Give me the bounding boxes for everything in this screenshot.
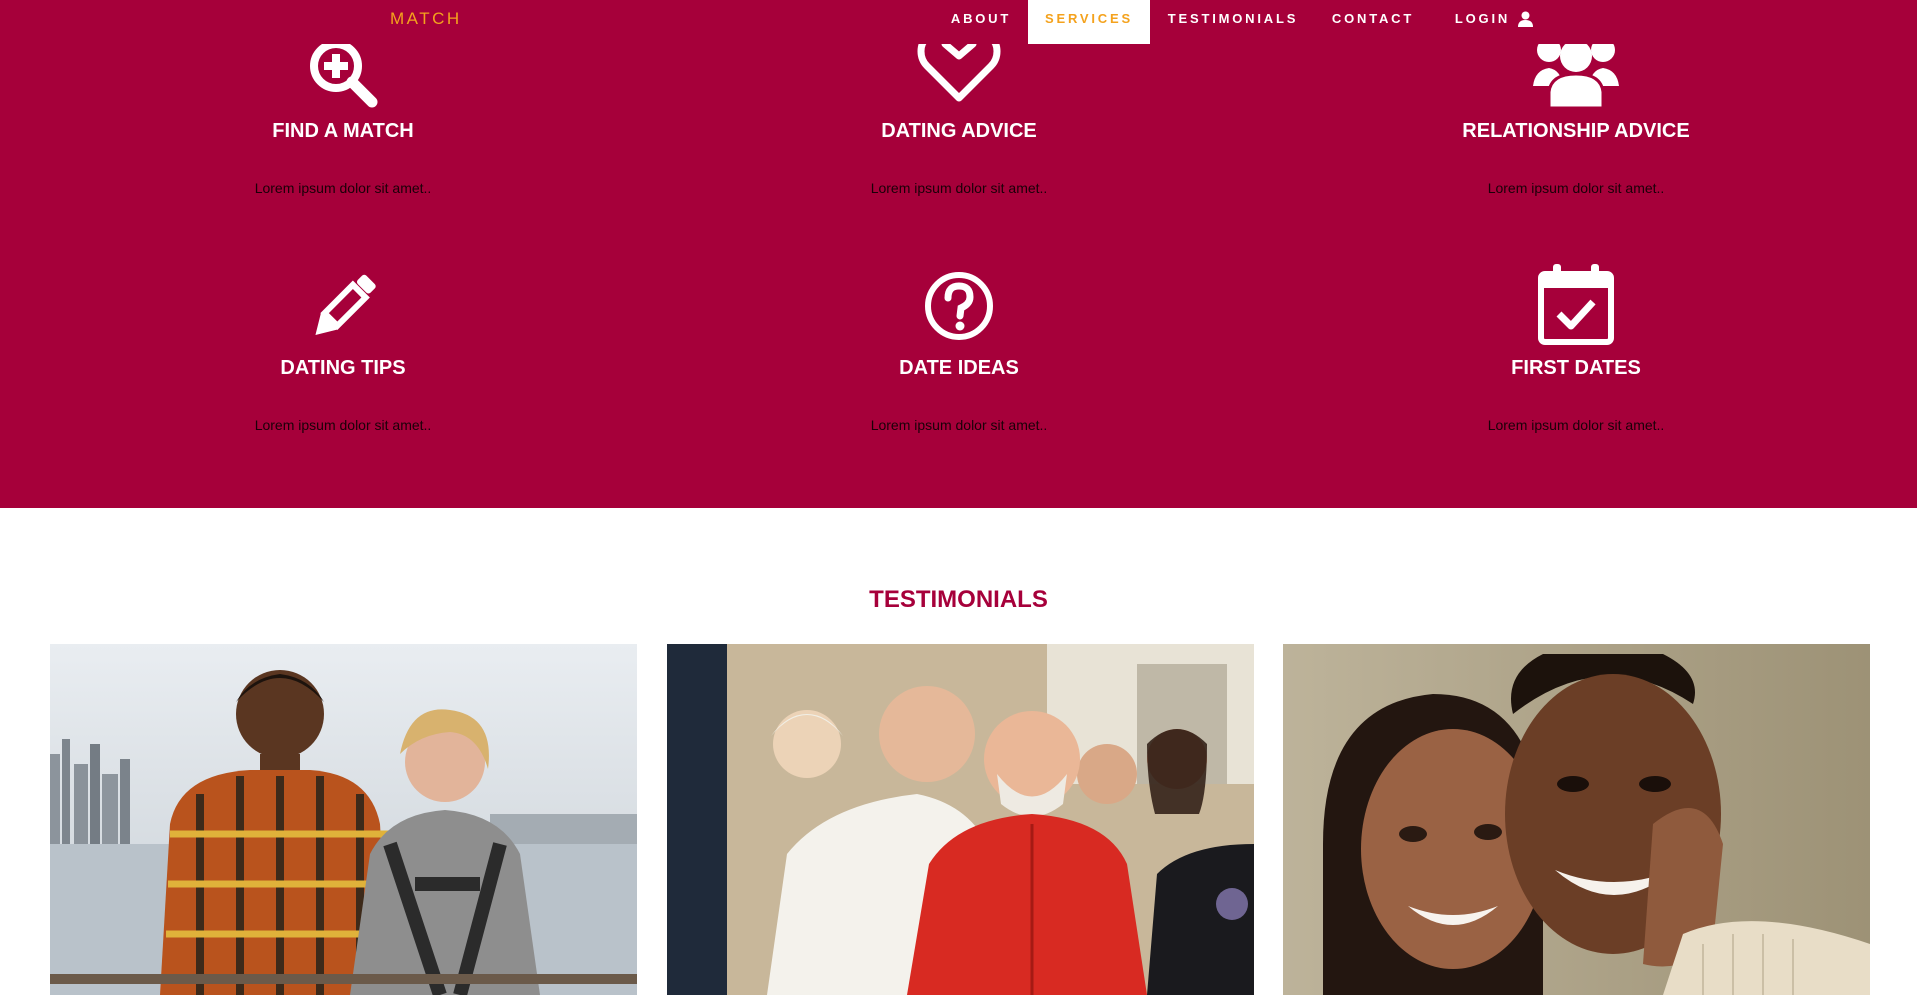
calendar-check-icon bbox=[1268, 264, 1884, 346]
service-title: DATING ADVICE bbox=[881, 120, 1037, 142]
nav-item-login[interactable]: LOGIN bbox=[1434, 0, 1554, 44]
testimonial-photo-3[interactable] bbox=[1283, 644, 1870, 995]
nav-item-services[interactable]: SERVICES bbox=[1028, 0, 1150, 44]
testimonials-heading: TESTIMONIALS bbox=[869, 586, 1048, 613]
testimonial-photo-2[interactable] bbox=[667, 644, 1254, 995]
service-description: Lorem ipsum dolor sit amet.. bbox=[870, 417, 1048, 433]
group-icon bbox=[1268, 36, 1884, 108]
heart-icon bbox=[651, 36, 1267, 102]
service-description: Lorem ipsum dolor sit amet.. bbox=[1487, 417, 1665, 433]
service-description: Lorem ipsum dolor sit amet.. bbox=[254, 180, 432, 196]
service-title: FIRST DATES bbox=[1511, 357, 1641, 379]
login-label: LOGIN bbox=[1454, 11, 1511, 26]
services-section: FIND A MATCH Lorem ipsum dolor sit amet.… bbox=[0, 0, 1917, 508]
magnify-plus-icon bbox=[35, 36, 651, 108]
service-title: RELATIONSHIP ADVICE bbox=[1462, 120, 1690, 142]
service-description: Lorem ipsum dolor sit amet.. bbox=[870, 180, 1048, 196]
service-title: DATING TIPS bbox=[280, 357, 406, 379]
brand-logo[interactable]: MATCH bbox=[390, 9, 462, 29]
service-title: FIND A MATCH bbox=[272, 120, 414, 142]
nav-item-about[interactable]: ABOUT bbox=[938, 0, 1024, 44]
pencil-icon bbox=[35, 270, 651, 342]
nav-item-testimonials[interactable]: TESTIMONIALS bbox=[1154, 0, 1312, 44]
service-title: DATE IDEAS bbox=[899, 357, 1019, 379]
nav-item-contact[interactable]: CONTACT bbox=[1318, 0, 1428, 44]
service-description: Lorem ipsum dolor sit amet.. bbox=[1487, 180, 1665, 196]
navbar: MATCH ABOUT SERVICES TESTIMONIALS CONTAC… bbox=[0, 0, 1917, 44]
service-description: Lorem ipsum dolor sit amet.. bbox=[254, 417, 432, 433]
question-circle-icon bbox=[651, 270, 1267, 342]
user-icon bbox=[1518, 11, 1534, 27]
testimonial-photo-1[interactable] bbox=[50, 644, 637, 995]
